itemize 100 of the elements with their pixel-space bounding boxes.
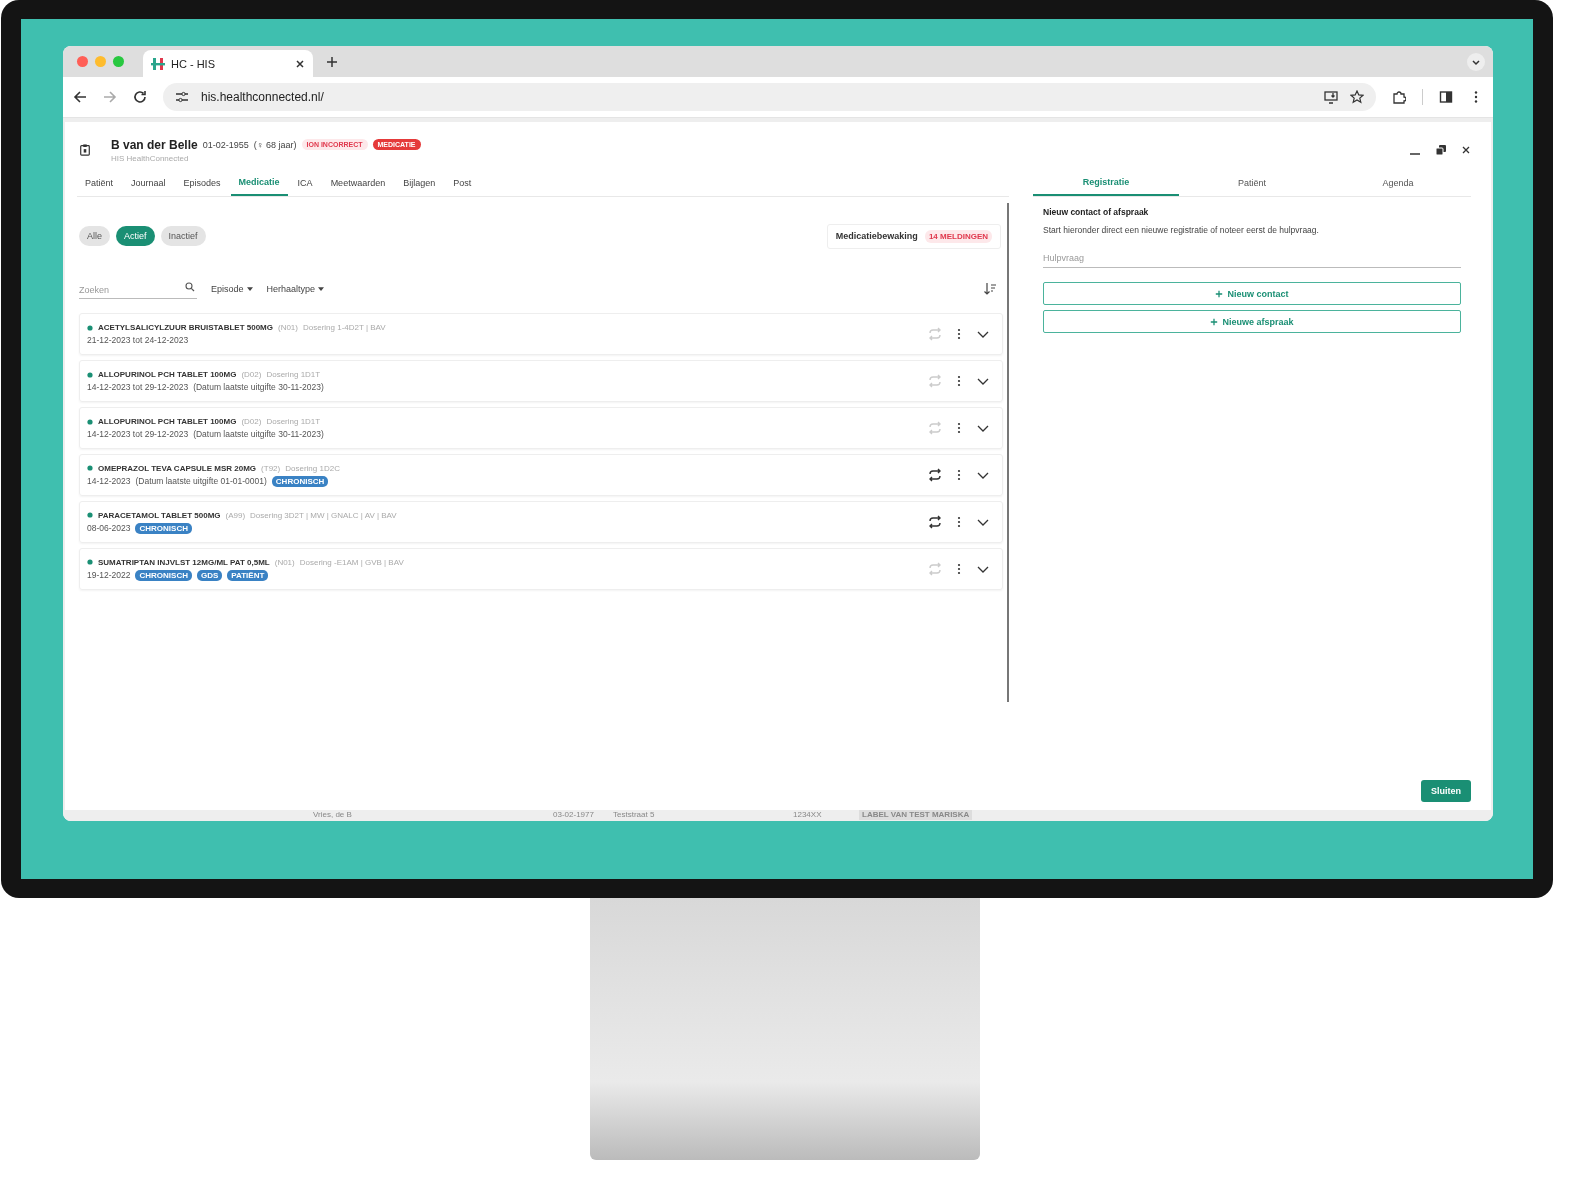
- table-cell: Vries, de B: [313, 810, 352, 820]
- medication-code: (D02): [241, 370, 262, 379]
- medication-code: (N01): [274, 557, 295, 567]
- alerts-badge: 14 MELDINGEN: [924, 229, 992, 243]
- filter-chip[interactable]: Alle: [79, 226, 110, 246]
- tab[interactable]: Meetwaarden: [322, 170, 394, 196]
- section-heading: Nieuw contact of afspraak: [1043, 207, 1150, 217]
- medication-code: (D02): [241, 417, 262, 426]
- medication-period: 08-06-2023: [87, 523, 131, 533]
- repeat-icon[interactable]: [928, 468, 942, 482]
- tab[interactable]: ICA: [289, 170, 321, 196]
- tab[interactable]: Journaal: [123, 170, 174, 196]
- add-button[interactable]: Nieuw contact: [1043, 282, 1461, 305]
- filter-chip[interactable]: Actief: [116, 226, 155, 246]
- filter-dropdown[interactable]: Herhaaltype: [266, 284, 325, 294]
- tab[interactable]: Patiënt: [77, 170, 122, 196]
- medication-name: OMEPRAZOL TEVA CAPSULE MSR 20MG: [98, 463, 257, 473]
- medication-name: ALLOPURINOL PCH TABLET 100MG: [98, 370, 237, 379]
- filter-dropdown[interactable]: Episode: [211, 284, 253, 294]
- medication-period: 19-12-2022: [87, 570, 131, 580]
- tab[interactable]: Patiënt: [1179, 170, 1325, 196]
- medication-period: 21-12-2023 tot 24-12-2023: [87, 335, 189, 345]
- star-icon[interactable]: [1350, 90, 1364, 104]
- medication-card[interactable]: SUMATRIPTAN INJVLST 12MG/ML PAT 0,5ML (N01) Dosering -E1AM | GVB | BAV 19-12-2022 CHRONISCH GDS PATIËNT: [79, 548, 1003, 590]
- medication-period: 14-12-2023 tot 29-12-2023: [87, 382, 189, 392]
- search-icon: [185, 282, 195, 292]
- medication-dosage: Dosering 1-4D2T | BAV: [303, 323, 386, 332]
- last-issue-note: (Datum laatste uitgifte 01-01-0001): [135, 476, 267, 486]
- plus-icon: [1215, 289, 1224, 298]
- medication-period: 14-12-2023 tot 29-12-2023: [87, 429, 189, 439]
- tab[interactable]: Post: [445, 170, 480, 196]
- last-issue-note: (Datum laatste uitgifte 30-11-2023): [193, 382, 324, 392]
- medication-code: (A99): [225, 510, 246, 520]
- medication-tag: CHRONISCH: [135, 569, 192, 581]
- medication-dosage: Dosering 1D1T: [266, 417, 321, 426]
- patient-age: (♀ 68 jaar): [253, 139, 297, 150]
- birth-date: 01-02-1955: [202, 139, 249, 150]
- close-button[interactable]: Sluiten: [1421, 780, 1471, 802]
- close-icon[interactable]: [295, 58, 305, 69]
- table-cell: Teststraat 5: [613, 810, 655, 820]
- medication-tag: CHRONISCH: [135, 522, 192, 534]
- status-dot-icon: [87, 371, 93, 378]
- install-icon[interactable]: [1324, 90, 1338, 104]
- table-cell: LABEL VAN TEST MARISKA: [859, 810, 973, 820]
- plus-icon[interactable]: [326, 55, 338, 68]
- sliders-icon: [175, 90, 189, 104]
- medication-dosage: Dosering 3D2T | MW | GNALC | AV | BAV: [250, 510, 397, 520]
- monitoring-button[interactable]: Medicatiebewaking 14 MELDINGEN: [826, 223, 1001, 249]
- add-button[interactable]: Nieuwe afspraak: [1043, 310, 1461, 333]
- practice-name: HIS HealthConnected: [111, 153, 190, 163]
- search-field[interactable]: Zoeken: [79, 285, 197, 299]
- sort-icon[interactable]: [983, 282, 997, 296]
- caret-icon: [318, 287, 325, 291]
- status-dot-icon: [87, 418, 93, 425]
- medication-dosage: Dosering 1D2C: [285, 463, 340, 473]
- tab[interactable]: Bijlagen: [395, 170, 444, 196]
- status-dot-icon: [87, 512, 93, 518]
- status-dot-icon: [87, 324, 93, 331]
- tab[interactable]: Episodes: [175, 170, 229, 196]
- close-icon[interactable]: [1461, 145, 1471, 155]
- medication-card[interactable]: ACETYLSALICYLZUUR BRUISTABLET 500MG (N01) Dosering 1-4D2T | BAV 21-12-2023 tot 24-12-2023: [79, 313, 1003, 355]
- last-issue-note: (Datum laatste uitgifte 30-11-2023): [193, 429, 324, 439]
- table-cell: 03-02-1977: [553, 810, 594, 820]
- tab[interactable]: Registratie: [1033, 170, 1179, 196]
- medication-card[interactable]: OMEPRAZOL TEVA CAPSULE MSR 20MG (T92) Dosering 1D2C 14-12-2023 (Datum laatste uitgifte 01-01-0001) CHRONISCH: [79, 454, 1003, 496]
- medication-tag: CHRONISCH: [271, 475, 329, 487]
- medication-card[interactable]: ALLOPURINOL PCH TABLET 100MG (D02) Dosering 1D1T 14-12-2023 tot 29-12-2023 (Datum laatste uitgifte 30-11-2023): [79, 360, 1003, 402]
- section-description: Start hieronder direct een nieuwe registratie of noteer eerst de hulpvraag.: [1043, 225, 1320, 235]
- sidebar-icon[interactable]: [1439, 90, 1453, 104]
- back-arrow-icon[interactable]: [73, 90, 87, 104]
- caret-icon: [246, 287, 253, 291]
- medication-name: ALLOPURINOL PCH TABLET 100MG: [98, 417, 237, 426]
- medication-tag: PATIËNT: [227, 569, 269, 581]
- medication-name: PARACETAMOL TABLET 500MG: [98, 510, 221, 520]
- medication-name: SUMATRIPTAN INJVLST 12MG/ML PAT 0,5ML: [98, 557, 270, 567]
- patient-name: B van der Belle: [111, 137, 198, 152]
- medication-dosage: Dosering -E1AM | GVB | BAV: [299, 557, 404, 567]
- filter-chip[interactable]: Inactief: [160, 226, 206, 246]
- status-dot-icon: [87, 559, 93, 565]
- medication-card[interactable]: PARACETAMOL TABLET 500MG (A99) Dosering 3D2T | MW | GNALC | AV | BAV 08-06-2023 CHRONISCH: [79, 501, 1003, 543]
- clipboard-icon: [79, 144, 91, 156]
- medication-period: 14-12-2023: [87, 476, 131, 486]
- restore-icon[interactable]: [1435, 144, 1447, 156]
- puzzle-icon[interactable]: [1392, 90, 1406, 104]
- medication-dosage: Dosering 1D1T: [266, 370, 321, 379]
- medication-name: ACETYLSALICYLZUUR BRUISTABLET 500MG: [98, 323, 273, 332]
- plus-icon: [1210, 317, 1219, 326]
- status-dot-icon: [87, 465, 93, 471]
- medication-card[interactable]: ALLOPURINOL PCH TABLET 100MG (D02) Dosering 1D1T 14-12-2023 tot 29-12-2023 (Datum laatste uitgifte 30-11-2023): [79, 407, 1003, 449]
- reload-icon[interactable]: [133, 90, 147, 104]
- repeat-icon[interactable]: [928, 515, 942, 529]
- cross-logo-icon: [151, 57, 165, 70]
- tab[interactable]: Medicatie: [230, 170, 288, 196]
- medication-tag: GDS: [196, 569, 223, 581]
- address-bar[interactable]: his.healthconnected.nl/: [163, 83, 1376, 111]
- browser-tab[interactable]: HC - HIS: [143, 50, 313, 77]
- tab[interactable]: Agenda: [1325, 170, 1471, 196]
- medication-code: (T92): [261, 463, 281, 473]
- table-cell: 1234XX: [793, 810, 822, 820]
- medication-code: (N01): [277, 323, 298, 332]
